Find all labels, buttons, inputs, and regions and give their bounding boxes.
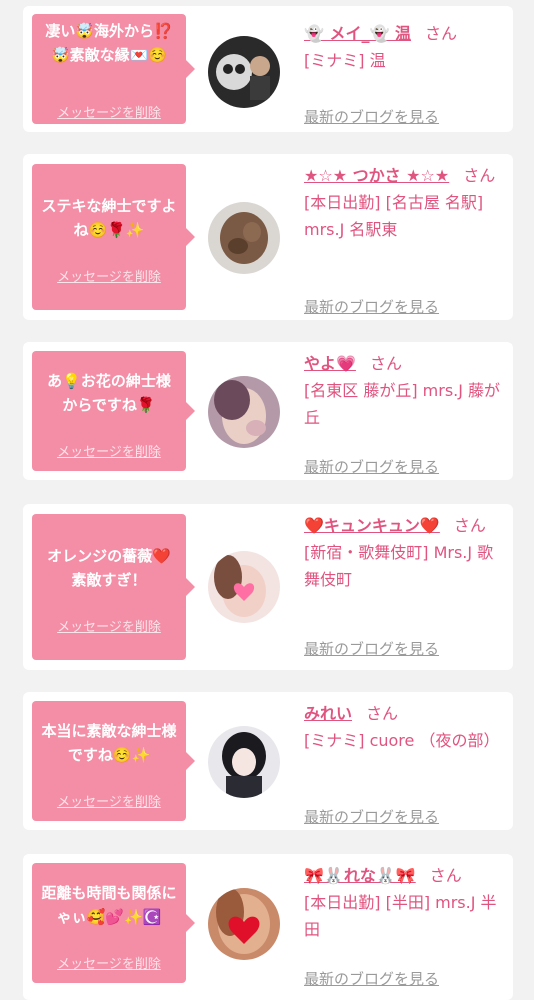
cast-detail: [本日出勤] [名古屋 名駅] mrs.J 名駅東 bbox=[304, 193, 484, 239]
delete-message-link[interactable]: メッセージを削除 bbox=[32, 441, 186, 460]
cast-name-link[interactable]: みれい bbox=[304, 704, 352, 723]
cast-name-link[interactable]: ★☆★ つかさ ★☆★ bbox=[304, 166, 449, 185]
avatar[interactable] bbox=[208, 376, 280, 448]
cast-detail: [ミナミ] cuore （夜の部） bbox=[304, 731, 500, 750]
message-card: 距離も時間も関係にゃぃ🥰💕✨☪️ メッセージを削除 🎀🐰れな🐰🎀 さん [本日出勤… bbox=[23, 854, 513, 1000]
avatar[interactable] bbox=[208, 36, 280, 108]
cast-info: 👻 メイ_👻 温さん [ミナミ] 温 最新のブログを見る bbox=[304, 20, 504, 126]
latest-blog-link[interactable]: 最新のブログを見る bbox=[304, 804, 439, 831]
message-card: 凄い🤯海外から⁉️🤯素敵な縁💌☺️ メッセージを削除 👻 メイ_👻 温さん [ミ… bbox=[23, 6, 513, 132]
message-text: オレンジの薔薇❤️素敵すぎ！ bbox=[47, 547, 171, 589]
message-bubble: 凄い🤯海外から⁉️🤯素敵な縁💌☺️ メッセージを削除 bbox=[32, 14, 195, 124]
latest-blog-link[interactable]: 最新のブログを見る bbox=[304, 454, 439, 481]
delete-message-link[interactable]: メッセージを削除 bbox=[32, 616, 186, 635]
message-text: 凄い🤯海外から⁉️🤯素敵な縁💌☺️ bbox=[45, 22, 173, 64]
cast-detail: [新宿・歌舞伎町] Mrs.J 歌舞伎町 bbox=[304, 543, 494, 589]
cast-info: やよ💗 さん [名東区 藤が丘] mrs.J 藤が丘 最新のブログを見る bbox=[304, 350, 504, 476]
cast-info: みれい さん [ミナミ] cuore （夜の部） 最新のブログを見る bbox=[304, 700, 504, 826]
honorific: さん bbox=[463, 166, 496, 185]
message-bubble: あ💡お花の紳士様からですね🌹 メッセージを削除 bbox=[32, 351, 195, 471]
message-card: 本当に素敵な紳士様ですね☺️✨ メッセージを削除 みれい さん [ミナミ] cuo… bbox=[23, 692, 513, 830]
message-card: ステキな紳士ですよね☺️🌹✨ メッセージを削除 ★☆★ つかさ ★☆★ さん [本… bbox=[23, 154, 513, 320]
cast-info: 🎀🐰れな🐰🎀 さん [本日出勤] [半田] mrs.J 半田 最新のブログを見る bbox=[304, 862, 504, 988]
message-bubble: 距離も時間も関係にゃぃ🥰💕✨☪️ メッセージを削除 bbox=[32, 863, 195, 983]
honorific: さん bbox=[369, 354, 402, 373]
cast-name-link[interactable]: ❤️キュンキュン❤️ bbox=[304, 516, 440, 535]
message-text: 距離も時間も関係にゃぃ🥰💕✨☪️ bbox=[41, 884, 177, 926]
avatar[interactable] bbox=[208, 726, 280, 798]
message-text: あ💡お花の紳士様からですね🌹 bbox=[47, 372, 171, 414]
honorific: さん bbox=[429, 866, 462, 885]
cast-detail: [ミナミ] 温 bbox=[304, 51, 386, 70]
avatar[interactable] bbox=[208, 888, 280, 960]
message-bubble: ステキな紳士ですよね☺️🌹✨ メッセージを削除 bbox=[32, 164, 195, 310]
avatar[interactable] bbox=[208, 551, 280, 623]
message-card: あ💡お花の紳士様からですね🌹 メッセージを削除 やよ💗 さん [名東区 藤が丘] … bbox=[23, 342, 513, 480]
cast-info: ★☆★ つかさ ★☆★ さん [本日出勤] [名古屋 名駅] mrs.J 名駅東 … bbox=[304, 162, 504, 316]
message-card: オレンジの薔薇❤️素敵すぎ！ メッセージを削除 ❤️キュンキュン❤️ さん [新宿… bbox=[23, 504, 513, 670]
message-bubble: 本当に素敵な紳士様ですね☺️✨ メッセージを削除 bbox=[32, 701, 195, 821]
latest-blog-link[interactable]: 最新のブログを見る bbox=[304, 294, 439, 321]
latest-blog-link[interactable]: 最新のブログを見る bbox=[304, 104, 439, 131]
delete-message-link[interactable]: メッセージを削除 bbox=[32, 102, 186, 121]
cast-detail: [名東区 藤が丘] mrs.J 藤が丘 bbox=[304, 381, 501, 427]
cast-info: ❤️キュンキュン❤️ さん [新宿・歌舞伎町] Mrs.J 歌舞伎町 最新のブログ… bbox=[304, 512, 504, 658]
cast-name-link[interactable]: 👻 メイ_👻 温 bbox=[304, 24, 411, 43]
cast-name-link[interactable]: やよ💗 bbox=[304, 354, 356, 373]
cast-detail: [本日出勤] [半田] mrs.J 半田 bbox=[304, 893, 497, 939]
honorific: さん bbox=[453, 516, 486, 535]
latest-blog-link[interactable]: 最新のブログを見る bbox=[304, 636, 439, 663]
delete-message-link[interactable]: メッセージを削除 bbox=[32, 953, 186, 972]
cast-name-link[interactable]: 🎀🐰れな🐰🎀 bbox=[304, 866, 416, 885]
message-text: ステキな紳士ですよね☺️🌹✨ bbox=[41, 197, 177, 239]
delete-message-link[interactable]: メッセージを削除 bbox=[32, 266, 186, 285]
honorific: さん bbox=[366, 704, 399, 723]
honorific: さん bbox=[425, 24, 458, 43]
message-text: 本当に素敵な紳士様ですね☺️✨ bbox=[41, 722, 177, 764]
delete-message-link[interactable]: メッセージを削除 bbox=[32, 791, 186, 810]
latest-blog-link[interactable]: 最新のブログを見る bbox=[304, 966, 439, 993]
avatar[interactable] bbox=[208, 202, 280, 274]
message-bubble: オレンジの薔薇❤️素敵すぎ！ メッセージを削除 bbox=[32, 514, 195, 660]
